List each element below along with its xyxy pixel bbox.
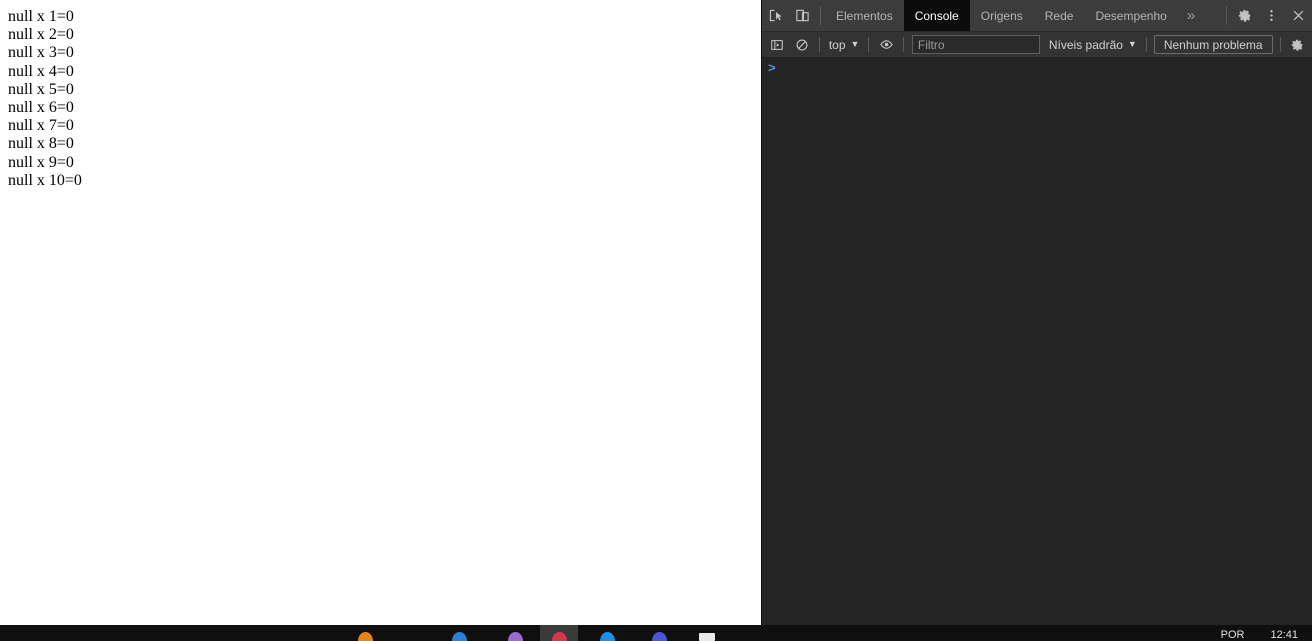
prompt-chevron-icon: >: [768, 61, 776, 76]
clock[interactable]: 12:41: [1270, 629, 1298, 641]
chevron-down-icon: ▼: [850, 39, 860, 49]
app-white-icon: [699, 633, 715, 641]
output-line: null x 1=0: [8, 8, 74, 25]
output-line: null x 7=0: [8, 117, 74, 135]
output-line: null x 6=0: [8, 98, 74, 116]
taskbar-app-blue[interactable]: [440, 625, 478, 641]
more-tabs-icon[interactable]: »: [1178, 0, 1204, 31]
tab-elementos[interactable]: Elementos: [825, 0, 904, 31]
tabbar-divider: [820, 6, 821, 25]
devtools-panel: Elementos Console Origens Rede Desempenh…: [761, 0, 1312, 625]
clear-console-icon[interactable]: [789, 33, 814, 57]
console-sidebar-icon[interactable]: [764, 33, 789, 57]
taskbar-app-red[interactable]: [540, 625, 578, 641]
tabbar-divider-right: [1226, 6, 1227, 25]
app-purple-icon: [507, 632, 523, 641]
os-taskbar: POR 12:41: [0, 625, 1312, 641]
app-skyblue-icon: [599, 632, 615, 641]
page-text-output: null x 1=0 null x 2=0 null x 3=0 null x …: [8, 8, 82, 190]
app-red-icon: [551, 632, 567, 641]
toolbar-divider: [818, 37, 820, 52]
tabbar-spacer: [1204, 0, 1222, 31]
output-line: null x 2=0: [8, 26, 74, 44]
filter-input[interactable]: [911, 35, 1040, 54]
output-line: null x 10=0: [8, 171, 82, 189]
toolbar-divider-3: [902, 37, 904, 52]
tab-rede[interactable]: Rede: [1034, 0, 1085, 31]
browser-page-viewport: null x 1=0 null x 2=0 null x 3=0 null x …: [0, 0, 761, 625]
devtools-tabbar: Elementos Console Origens Rede Desempenh…: [762, 0, 1312, 32]
language-indicator[interactable]: POR: [1221, 629, 1245, 641]
console-output-area[interactable]: >: [762, 58, 1312, 625]
taskbar-app-skyblue[interactable]: [588, 625, 626, 641]
tab-console[interactable]: Console: [903, 0, 970, 31]
output-line: null x 9=0: [8, 153, 74, 171]
more-options-icon[interactable]: [1258, 0, 1285, 31]
log-levels-label: Níveis padrão: [1048, 37, 1123, 52]
toolbar-divider-4: [1145, 37, 1147, 52]
console-prompt-row[interactable]: >: [768, 62, 1312, 80]
app-indigo-icon: [651, 632, 667, 641]
taskbar-app-indigo[interactable]: [640, 625, 678, 641]
tab-desempenho[interactable]: Desempenho: [1084, 0, 1177, 31]
execution-context-label: top: [828, 37, 846, 52]
screen: null x 1=0 null x 2=0 null x 3=0 null x …: [0, 0, 1312, 641]
console-toolbar: top ▼ Níveis padrão ▼ Nenhum problema: [762, 32, 1312, 58]
console-settings-gear-icon[interactable]: [1285, 33, 1310, 57]
chevron-down-icon: ▼: [1127, 39, 1137, 49]
toolbar-divider-5: [1279, 37, 1281, 52]
toolbar-divider-2: [868, 37, 870, 52]
output-line: null x 8=0: [8, 135, 74, 153]
close-icon[interactable]: [1285, 0, 1312, 31]
inspect-element-icon[interactable]: [762, 0, 789, 31]
output-line: null x 3=0: [8, 44, 74, 62]
app-blue-icon: [451, 632, 467, 641]
tab-origens[interactable]: Origens: [970, 0, 1034, 31]
log-levels-selector[interactable]: Níveis padrão ▼: [1044, 38, 1142, 52]
gear-icon[interactable]: [1231, 0, 1258, 31]
device-toolbar-icon[interactable]: [789, 0, 816, 31]
taskbar-left-gap: [0, 625, 346, 641]
console-input[interactable]: [782, 62, 1312, 76]
taskbar-app-orange[interactable]: [346, 625, 384, 641]
issues-button[interactable]: Nenhum problema: [1153, 35, 1273, 54]
system-tray: POR 12:41: [1221, 625, 1312, 641]
output-line: null x 4=0: [8, 62, 74, 80]
output-line: null x 5=0: [8, 80, 74, 98]
taskbar-app-white[interactable]: [688, 625, 726, 641]
execution-context-selector[interactable]: top ▼: [824, 38, 865, 52]
taskbar-app-purple[interactable]: [496, 625, 534, 641]
eye-icon[interactable]: [873, 33, 898, 57]
app-orange-icon: [357, 632, 373, 641]
